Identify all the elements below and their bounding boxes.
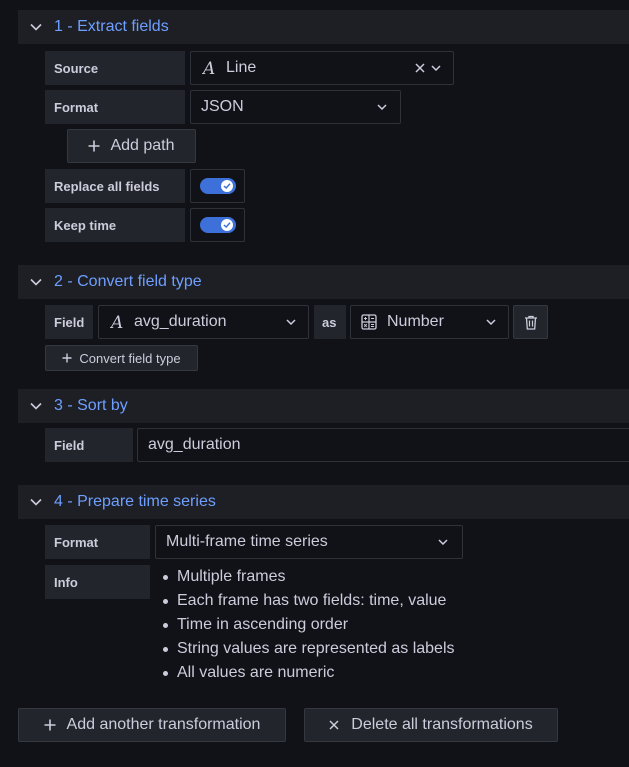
chevron-down-icon[interactable] [28,274,44,290]
format-value: JSON [201,98,244,115]
chevron-down-icon[interactable] [28,494,44,510]
section-header-sort-by[interactable]: 3 - Sort by [18,389,629,423]
replace-all-fields-toggle[interactable] [199,178,236,194]
sort-field-label: Field [45,428,133,462]
list-item: String values are represented as labels [160,637,455,661]
delete-all-transformations-button[interactable]: Delete all transformations [304,708,558,742]
as-label: as [314,305,346,339]
plus-icon [44,719,56,731]
string-type-icon: A [202,60,218,76]
list-item: All values are numeric [160,661,455,685]
source-select[interactable]: A Line [190,51,454,85]
convert-field-type-button[interactable]: Convert field type [45,345,198,371]
chevron-down-icon[interactable] [377,104,387,110]
chevron-down-icon[interactable] [28,398,44,414]
plus-icon [62,353,72,363]
convert-type-select[interactable]: Number [350,305,509,339]
section-header-convert-field-type[interactable]: 2 - Convert field type [18,265,629,299]
chevron-down-icon[interactable] [286,319,296,325]
section-header-extract-fields[interactable]: 1 - Extract fields [18,10,629,44]
source-label: Source [45,51,185,85]
add-path-label: Add path [110,137,175,154]
list-item: Time in ascending order [160,613,455,637]
plus-icon [88,140,100,152]
chevron-down-icon[interactable] [486,319,496,325]
prepare-format-select[interactable]: Multi-frame time series [155,525,463,559]
check-icon [220,180,233,192]
chevron-down-icon[interactable] [28,19,44,35]
string-type-icon: A [110,314,126,330]
add-another-transformation-label: Add another transformation [66,716,261,733]
keep-time-label: Keep time [45,208,185,242]
keep-time-toggle[interactable] [199,217,236,233]
section-header-prepare-time-series[interactable]: 4 - Prepare time series [18,485,629,519]
info-label: Info [45,565,150,599]
close-icon [329,720,339,730]
keep-time-switch-box [190,208,245,242]
check-icon [220,219,233,231]
clear-icon[interactable] [415,63,425,73]
format-select[interactable]: JSON [190,90,401,124]
chevron-down-icon[interactable] [431,65,441,71]
delete-conversion-button[interactable] [513,305,548,339]
section-title: 3 - Sort by [54,397,128,414]
source-value: Line [226,59,257,76]
convert-field-label: Field [45,305,93,339]
convert-field-value: avg_duration [134,313,227,330]
section-title: 2 - Convert field type [54,273,202,290]
list-item: Each frame has two fields: time, value [160,589,455,613]
add-path-button[interactable]: Add path [67,129,196,163]
replace-all-fields-label: Replace all fields [45,169,185,203]
add-another-transformation-button[interactable]: Add another transformation [18,708,286,742]
section-title: 1 - Extract fields [54,18,169,35]
calculator-icon [361,314,377,330]
list-item: Multiple frames [160,565,455,589]
info-list: Multiple frames Each frame has two field… [160,565,455,685]
svg-text:A: A [110,314,123,330]
prepare-format-label: Format [45,525,150,559]
sort-field-input[interactable]: avg_duration [137,428,629,462]
prepare-format-value: Multi-frame time series [166,533,328,550]
convert-field-select[interactable]: A avg_duration [98,305,309,339]
trash-icon [524,315,538,330]
delete-all-transformations-label: Delete all transformations [351,716,533,733]
convert-type-value: Number [387,313,444,330]
sort-field-value: avg_duration [148,436,241,453]
format-label: Format [45,90,185,124]
section-title: 4 - Prepare time series [54,493,216,510]
convert-field-type-label: Convert field type [79,350,181,366]
svg-text:A: A [202,60,215,76]
replace-all-fields-switch-box [190,169,245,203]
chevron-down-icon[interactable] [438,539,448,545]
